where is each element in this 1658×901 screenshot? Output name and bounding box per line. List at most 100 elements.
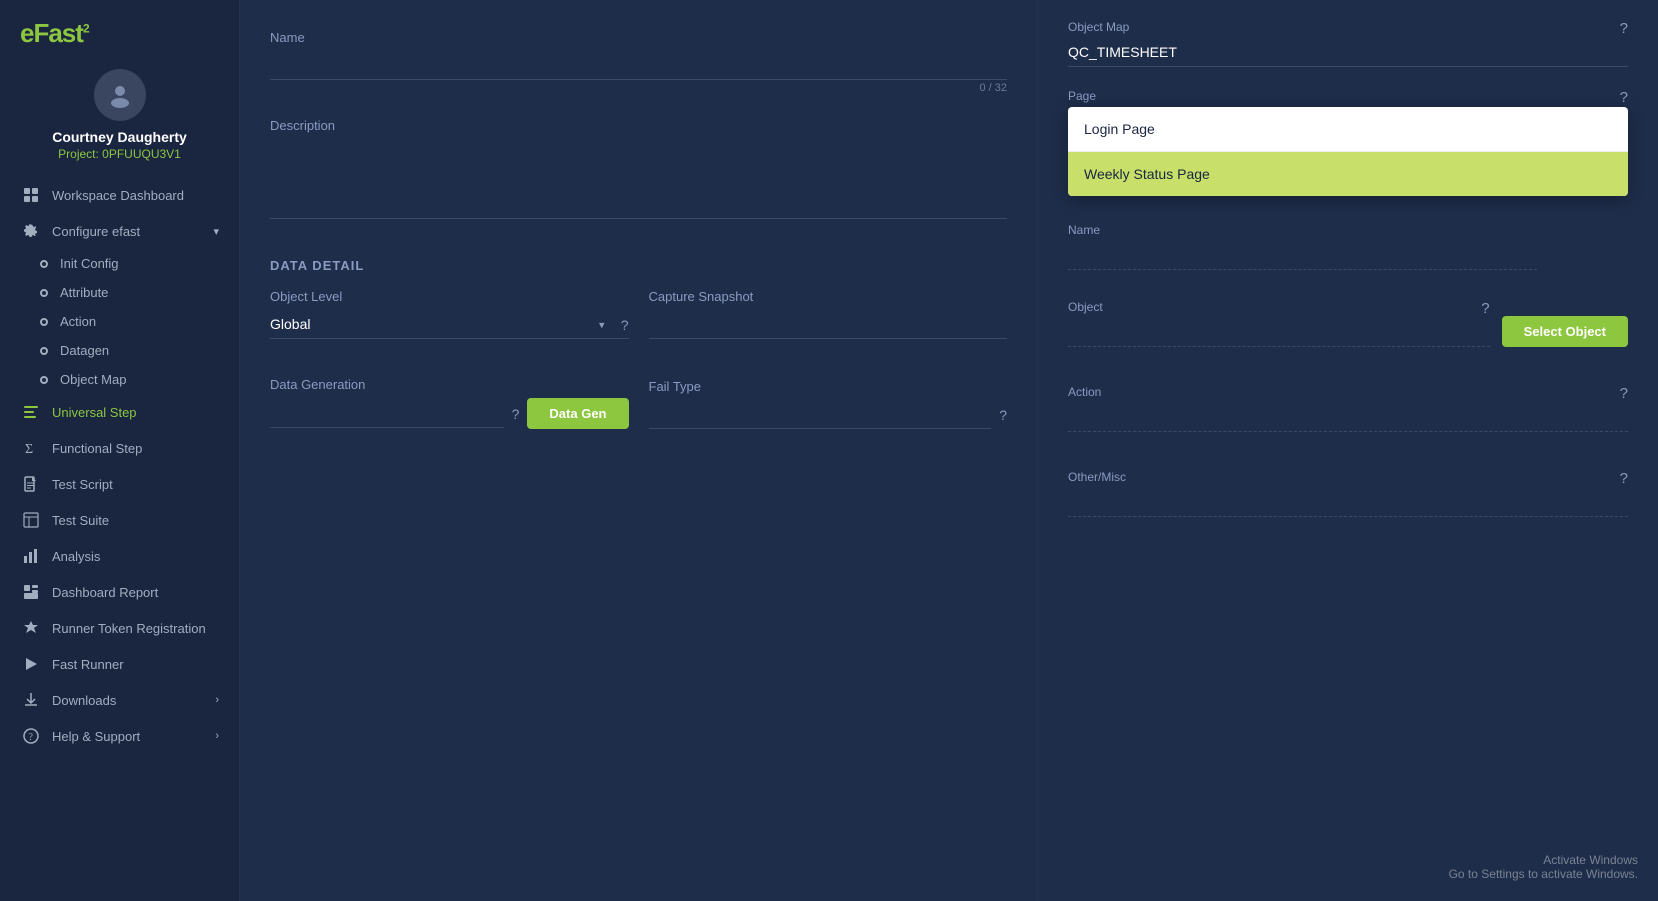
content-area: Name 0 / 32 Description DATA DETAIL Obje… bbox=[240, 0, 1658, 901]
sidebar-item-help-support[interactable]: ? Help & Support › bbox=[0, 718, 239, 754]
data-generation-help-icon[interactable]: ? bbox=[512, 406, 520, 422]
universal-step-icon bbox=[20, 404, 42, 420]
object-field: Object ? bbox=[1068, 300, 1490, 347]
logo: eFast2 bbox=[0, 0, 239, 59]
sidebar-item-fast-runner[interactable]: Fast Runner bbox=[0, 646, 239, 682]
page-help-icon[interactable]: ? bbox=[1620, 89, 1628, 106]
name-input[interactable] bbox=[270, 51, 1007, 80]
sidebar-item-action[interactable]: Action bbox=[30, 307, 239, 336]
sidebar-item-workspace-dashboard[interactable]: Workspace Dashboard bbox=[0, 177, 239, 213]
sidebar-item-dashboard-report[interactable]: Dashboard Report bbox=[0, 574, 239, 610]
user-profile: Courtney Daugherty Project: 0PFUUQU3V1 bbox=[0, 59, 239, 177]
sidebar-item-label: Attribute bbox=[60, 285, 229, 300]
configure-subnav: Init Config Attribute Action Datagen Obj… bbox=[0, 249, 239, 394]
name-right-label: Name bbox=[1068, 223, 1537, 237]
other-misc-label: Other/Misc bbox=[1068, 470, 1628, 484]
data-detail-row-2: Data Generation ? Data Gen Fail Type ? bbox=[270, 377, 1007, 453]
sidebar-item-label: Fast Runner bbox=[52, 657, 219, 672]
dot-icon bbox=[40, 289, 48, 297]
main-content: Name 0 / 32 Description DATA DETAIL Obje… bbox=[240, 0, 1658, 901]
fail-type-help-icon[interactable]: ? bbox=[999, 407, 1007, 423]
sidebar-item-analysis[interactable]: Analysis bbox=[0, 538, 239, 574]
action-input[interactable] bbox=[1068, 403, 1628, 432]
other-misc-input[interactable] bbox=[1068, 488, 1628, 517]
sidebar-item-label: Action bbox=[60, 314, 229, 329]
sidebar-item-test-suite[interactable]: Test Suite bbox=[0, 502, 239, 538]
object-map-value: QC_TIMESHEET bbox=[1068, 38, 1628, 67]
action-help-icon[interactable]: ? bbox=[1620, 385, 1628, 402]
dot-icon bbox=[40, 347, 48, 355]
sidebar-item-label: Dashboard Report bbox=[52, 585, 219, 600]
select-object-button[interactable]: Select Object bbox=[1502, 316, 1628, 347]
sidebar-item-object-map[interactable]: Object Map bbox=[30, 365, 239, 394]
name-field-right: Name bbox=[1068, 223, 1537, 270]
sidebar-item-label: Test Script bbox=[52, 477, 219, 492]
chevron-down-icon: ▾ bbox=[213, 225, 219, 238]
fail-type-input[interactable] bbox=[649, 400, 992, 429]
table-icon bbox=[20, 512, 42, 528]
sidebar-item-label: Object Map bbox=[60, 372, 229, 387]
sidebar-item-test-script[interactable]: Test Script bbox=[0, 466, 239, 502]
name-counter: 0 / 32 bbox=[270, 82, 1007, 94]
object-level-label: Object Level bbox=[270, 289, 629, 304]
other-misc-help-icon[interactable]: ? bbox=[1620, 470, 1628, 487]
name-label: Name bbox=[270, 30, 1007, 45]
sidebar-item-label: Analysis bbox=[52, 549, 219, 564]
file-icon bbox=[20, 476, 42, 492]
description-field-group: Description bbox=[270, 118, 1007, 224]
other-misc-field: Other/Misc ? bbox=[1068, 470, 1628, 517]
chevron-right-icon: › bbox=[215, 730, 219, 742]
token-icon bbox=[20, 620, 42, 636]
sidebar-item-label: Test Suite bbox=[52, 513, 219, 528]
sidebar-item-downloads[interactable]: Downloads › bbox=[0, 682, 239, 718]
sidebar-item-label: Runner Token Registration bbox=[52, 621, 219, 636]
capture-snapshot-input[interactable] bbox=[649, 310, 1008, 339]
data-generation-input[interactable] bbox=[270, 399, 504, 428]
object-level-help-icon[interactable]: ? bbox=[621, 317, 629, 333]
user-name: Courtney Daugherty bbox=[52, 129, 187, 145]
sidebar-nav: Workspace Dashboard Configure efast ▾ In… bbox=[0, 177, 239, 901]
sidebar-item-runner-token[interactable]: Runner Token Registration bbox=[0, 610, 239, 646]
fail-type-field: Fail Type ? bbox=[649, 379, 1008, 429]
page-dropdown-menu: Login Page Weekly Status Page bbox=[1068, 107, 1628, 196]
object-map-label: Object Map bbox=[1068, 20, 1628, 34]
object-level-field: Object Level Global ▾ ? bbox=[270, 289, 629, 339]
action-field: Action ? bbox=[1068, 385, 1628, 432]
sidebar-item-label: Workspace Dashboard bbox=[52, 188, 219, 203]
data-detail-row-1: Object Level Global ▾ ? Capture Snapshot bbox=[270, 289, 1007, 363]
description-input[interactable] bbox=[270, 139, 1007, 219]
user-project: Project: 0PFUUQU3V1 bbox=[58, 147, 181, 161]
capture-snapshot-label: Capture Snapshot bbox=[649, 289, 1008, 304]
data-detail-section: DATA DETAIL Object Level Global ▾ ? bbox=[270, 258, 1007, 453]
logo-fast: Fast bbox=[33, 18, 82, 48]
sidebar-item-label: Datagen bbox=[60, 343, 229, 358]
page-option-weekly-status[interactable]: Weekly Status Page bbox=[1068, 152, 1628, 196]
page-option-login[interactable]: Login Page bbox=[1068, 107, 1628, 152]
chart-icon bbox=[20, 548, 42, 564]
action-label: Action bbox=[1068, 385, 1628, 399]
object-help-icon[interactable]: ? bbox=[1481, 300, 1489, 317]
sidebar-item-universal-step[interactable]: Universal Step bbox=[0, 394, 239, 430]
sidebar: eFast2 Courtney Daugherty Project: 0PFUU… bbox=[0, 0, 240, 901]
object-row: Object ? Select Object bbox=[1068, 300, 1628, 347]
sidebar-item-attribute[interactable]: Attribute bbox=[30, 278, 239, 307]
page-label: Page bbox=[1068, 89, 1628, 103]
sidebar-item-label: Init Config bbox=[60, 256, 229, 271]
sidebar-item-functional-step[interactable]: Σ Functional Step bbox=[0, 430, 239, 466]
grid-icon bbox=[20, 187, 42, 203]
sidebar-item-label: Functional Step bbox=[52, 441, 219, 456]
data-generation-field: Data Generation ? Data Gen bbox=[270, 377, 629, 429]
dot-icon bbox=[40, 318, 48, 326]
sidebar-item-init-config[interactable]: Init Config bbox=[30, 249, 239, 278]
sidebar-item-datagen[interactable]: Datagen bbox=[30, 336, 239, 365]
data-gen-button[interactable]: Data Gen bbox=[527, 398, 628, 429]
name-right-input[interactable] bbox=[1068, 241, 1537, 270]
object-level-select-wrapper: Global ▾ ? bbox=[270, 310, 629, 339]
object-map-field: Object Map QC_TIMESHEET ? bbox=[1068, 20, 1628, 67]
sidebar-item-configure-efast[interactable]: Configure efast ▾ bbox=[0, 213, 239, 249]
object-input[interactable] bbox=[1068, 318, 1490, 347]
right-panel: Object Map QC_TIMESHEET ? Page ? Login P… bbox=[1038, 0, 1658, 901]
object-level-select[interactable]: Global bbox=[270, 310, 629, 339]
dot-icon bbox=[40, 376, 48, 384]
object-map-help-icon[interactable]: ? bbox=[1620, 20, 1628, 37]
